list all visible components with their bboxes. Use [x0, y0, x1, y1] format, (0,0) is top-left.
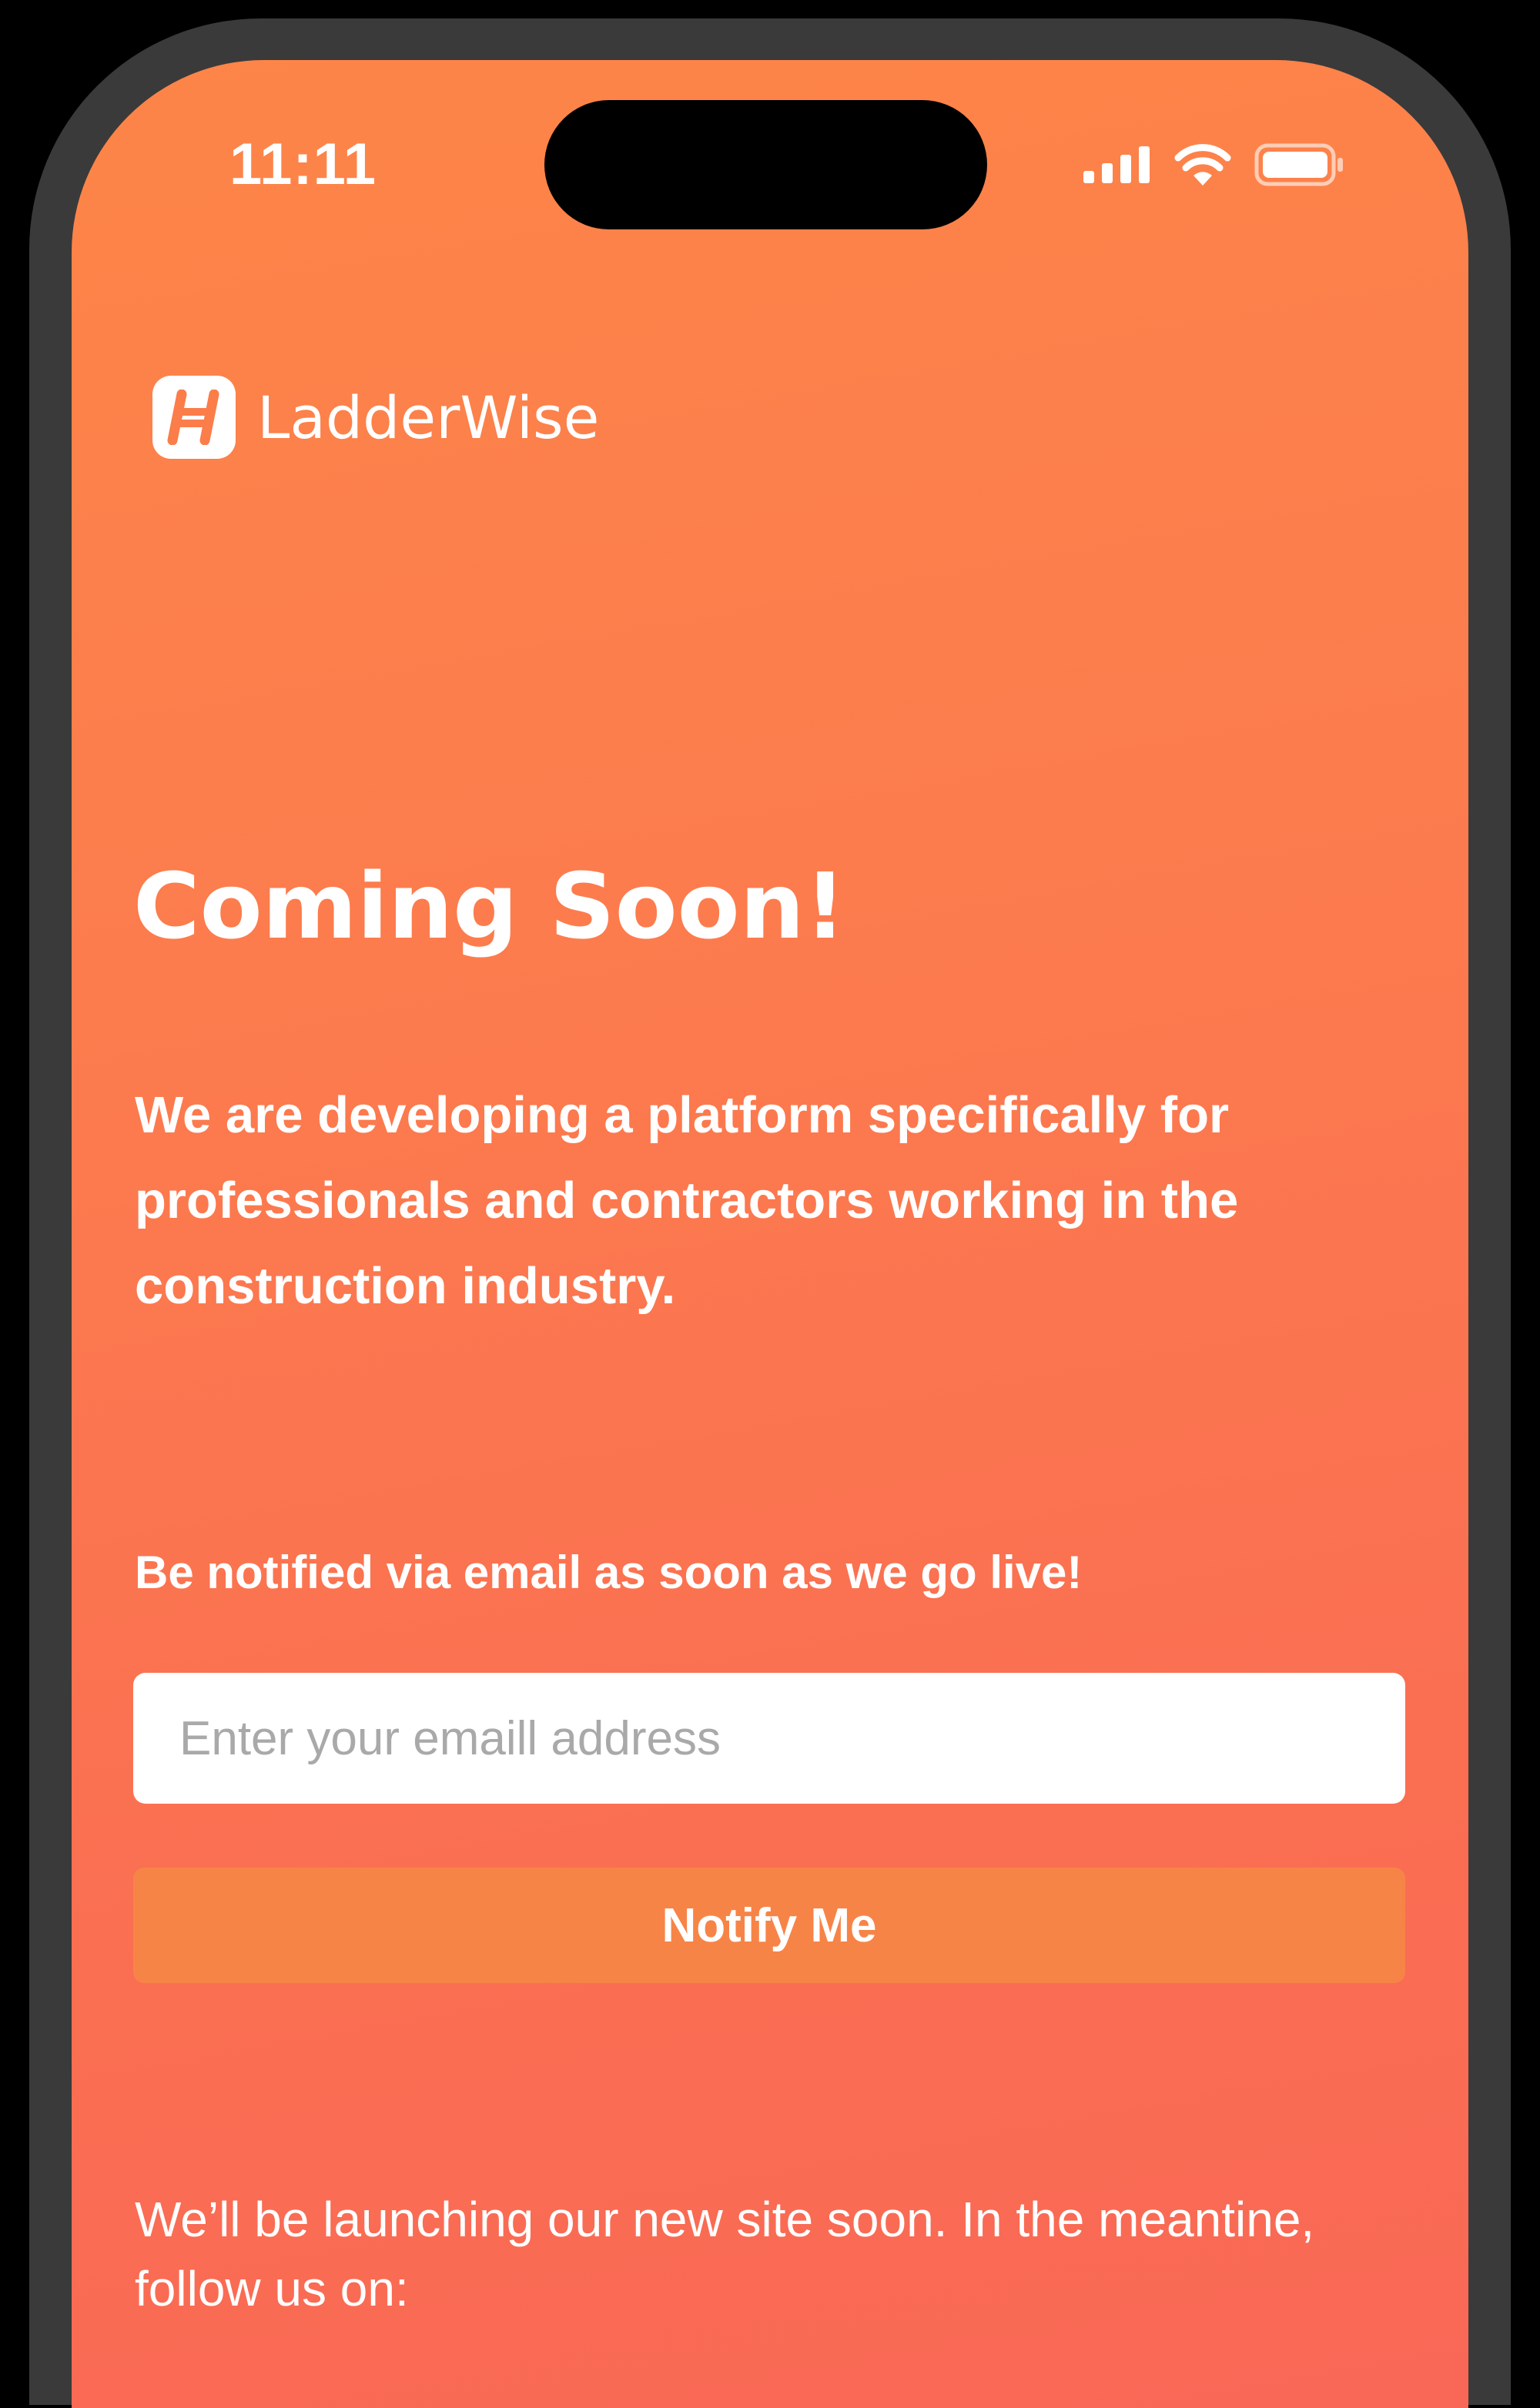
phone-screen: 11:11 LadderWise Coming Soon! We are dev…	[72, 60, 1468, 2408]
battery-icon	[1254, 143, 1345, 190]
status-time: 11:11	[229, 132, 377, 197]
brand-logo[interactable]: LadderWise	[152, 376, 599, 459]
ladder-logo-icon	[152, 376, 236, 459]
dynamic-island	[544, 100, 987, 229]
brand-name: LadderWise	[257, 383, 600, 452]
hero-description: We are developing a platform specificall…	[135, 1086, 1239, 1315]
status-icons	[1083, 143, 1345, 190]
footer-text: We’ll be launching our new site soon. In…	[135, 2192, 1315, 2316]
signal-icon	[1083, 146, 1151, 187]
page-title: Coming Soon!	[133, 853, 846, 959]
notify-label: Be notified via email as soon as we go l…	[135, 1547, 1083, 1598]
wifi-icon	[1174, 144, 1231, 189]
email-field[interactable]	[133, 1673, 1405, 1804]
notify-me-button[interactable]: Notify Me	[133, 1868, 1405, 1983]
